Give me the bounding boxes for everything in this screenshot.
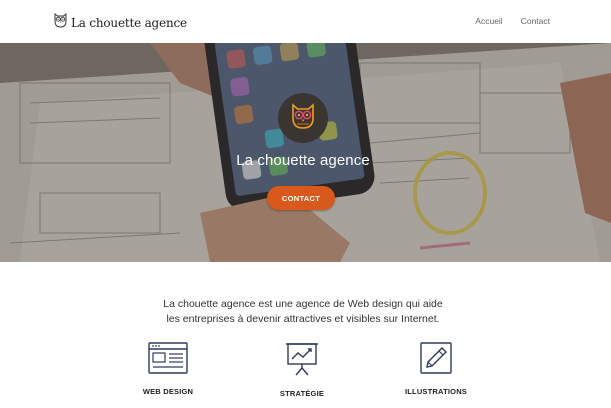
browser-window-icon	[108, 342, 228, 374]
presentation-chart-icon	[242, 342, 362, 376]
feature-label: WEB DESIGN	[142, 387, 194, 396]
site-header: La chouette agence Accueil Contact	[0, 0, 611, 43]
hero-title: La chouette agence	[236, 152, 370, 169]
intro-text: La chouette agence est une agence de Web…	[0, 297, 606, 327]
feature-strategie: STRATÉGIE	[242, 342, 362, 398]
hero-logo-badge	[278, 93, 328, 143]
feature-illustrations: ILLUSTRATIONS	[376, 342, 496, 396]
owl-icon	[290, 102, 316, 135]
feature-label: STRATÉGIE	[279, 389, 325, 398]
pencil-icon	[376, 342, 496, 374]
main-nav: Accueil Contact	[475, 16, 550, 26]
brand-name: La chouette agence	[71, 15, 187, 30]
nav-link-accueil[interactable]: Accueil	[475, 16, 502, 26]
intro-line-1: La chouette agence est une agence de Web…	[163, 298, 443, 310]
intro-line-2: les entreprises à devenir attractives et…	[166, 313, 440, 325]
contact-button[interactable]: CONTACT	[267, 186, 335, 210]
feature-label: ILLUSTRATIONS	[404, 387, 468, 396]
hero-banner: La chouette agence CONTACT	[0, 43, 611, 262]
owl-icon	[53, 12, 68, 33]
nav-link-contact[interactable]: Contact	[521, 16, 550, 26]
brand-logo-link[interactable]: La chouette agence	[53, 12, 187, 33]
feature-web-design: WEB DESIGN	[108, 342, 228, 396]
